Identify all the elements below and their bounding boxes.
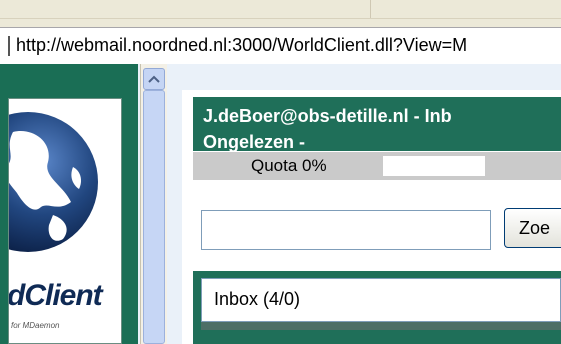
account-title: J.deBoer@obs-detille.nl - Inb [203,106,452,126]
quota-meter [383,156,485,176]
mail-panel: J.deBoer@obs-detille.nl - Inb Ongelezen … [182,90,561,344]
toolbar-separator [370,0,371,18]
unread-status: Ongelezen - [203,132,306,152]
scroll-up-arrow-icon [148,75,160,83]
browser-top-toolbar [0,0,561,19]
page-content: dClient for MDaemon J.deBoer@obs-detille… [0,64,561,344]
folder-select[interactable]: Inbox (4/0) [201,278,561,322]
logo-tagline: for MDaemon [11,321,60,330]
left-frame: dClient for MDaemon [0,64,138,344]
folder-select-shadow [201,322,561,330]
address-bar-edge [8,36,10,56]
vertical-scrollbar[interactable] [140,64,167,344]
quota-bar: Quota 0% [193,152,561,180]
scroll-thumb[interactable] [143,90,165,344]
account-header: J.deBoer@obs-detille.nl - Inb Ongelezen … [193,97,561,152]
globe-logo-icon [9,112,98,252]
search-button[interactable]: Zoe [504,208,561,248]
search-input[interactable] [201,210,491,250]
quota-label: Quota 0% [251,156,327,175]
address-bar[interactable]: http://webmail.noordned.nl:3000/WorldCli… [0,27,561,65]
address-url[interactable]: http://webmail.noordned.nl:3000/WorldCli… [16,35,467,56]
logo-wordmark: dClient [8,279,103,312]
logo-panel: dClient for MDaemon [8,98,122,344]
scroll-up-button[interactable] [143,68,165,90]
